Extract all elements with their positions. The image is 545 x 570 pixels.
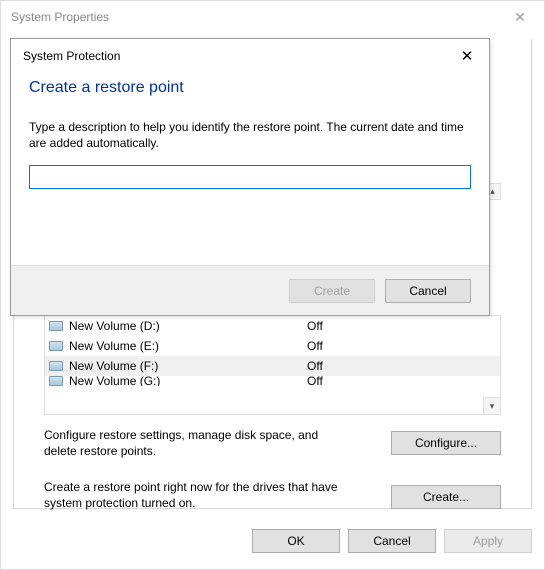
modal-heading: Create a restore point — [29, 79, 471, 97]
drive-icon — [49, 321, 63, 331]
apply-button[interactable]: Apply — [444, 529, 532, 553]
drive-status: Off — [307, 319, 323, 333]
table-row[interactable]: New Volume (D:) Off — [45, 316, 500, 336]
drive-name: New Volume (F:) — [69, 359, 307, 373]
close-icon[interactable]: ✕ — [453, 47, 481, 65]
parent-titlebar: System Properties ✕ — [1, 1, 544, 33]
modal-cancel-button[interactable]: Cancel — [385, 279, 471, 303]
modal-footer: Create Cancel — [11, 265, 489, 315]
table-row[interactable]: New Volume (G:) Off — [45, 376, 500, 386]
drive-icon — [49, 361, 63, 371]
create-description: Create a restore point right now for the… — [44, 479, 344, 511]
protection-drives-list[interactable]: New Volume (D:) Off New Volume (E:) Off … — [44, 315, 501, 415]
drive-status: Off — [307, 359, 323, 373]
create-restore-point-dialog: System Protection ✕ Create a restore poi… — [10, 38, 490, 316]
drive-name: New Volume (G:) — [69, 376, 307, 386]
cancel-button[interactable]: Cancel — [348, 529, 436, 553]
drive-icon — [49, 341, 63, 351]
configure-description: Configure restore settings, manage disk … — [44, 427, 344, 459]
drive-icon — [49, 376, 63, 386]
chevron-down-icon[interactable]: ▾ — [483, 397, 500, 414]
table-row[interactable]: New Volume (F:) Off — [45, 356, 500, 376]
drive-name: New Volume (D:) — [69, 319, 307, 333]
dialog-footer: OK Cancel Apply — [13, 525, 532, 557]
drive-status: Off — [307, 339, 323, 353]
modal-create-button[interactable]: Create — [289, 279, 375, 303]
create-button[interactable]: Create... — [391, 485, 501, 509]
parent-window-title: System Properties — [11, 10, 109, 24]
modal-titlebar: System Protection ✕ — [11, 39, 489, 73]
configure-button[interactable]: Configure... — [391, 431, 501, 455]
table-row[interactable]: New Volume (E:) Off — [45, 336, 500, 356]
modal-title: System Protection — [23, 49, 120, 63]
modal-body: Create a restore point Type a descriptio… — [11, 73, 489, 189]
modal-description: Type a description to help you identify … — [29, 119, 471, 151]
ok-button[interactable]: OK — [252, 529, 340, 553]
restore-point-description-input[interactable] — [29, 165, 471, 189]
drive-name: New Volume (E:) — [69, 339, 307, 353]
drive-status: Off — [307, 376, 323, 386]
close-icon[interactable]: ✕ — [500, 1, 540, 33]
